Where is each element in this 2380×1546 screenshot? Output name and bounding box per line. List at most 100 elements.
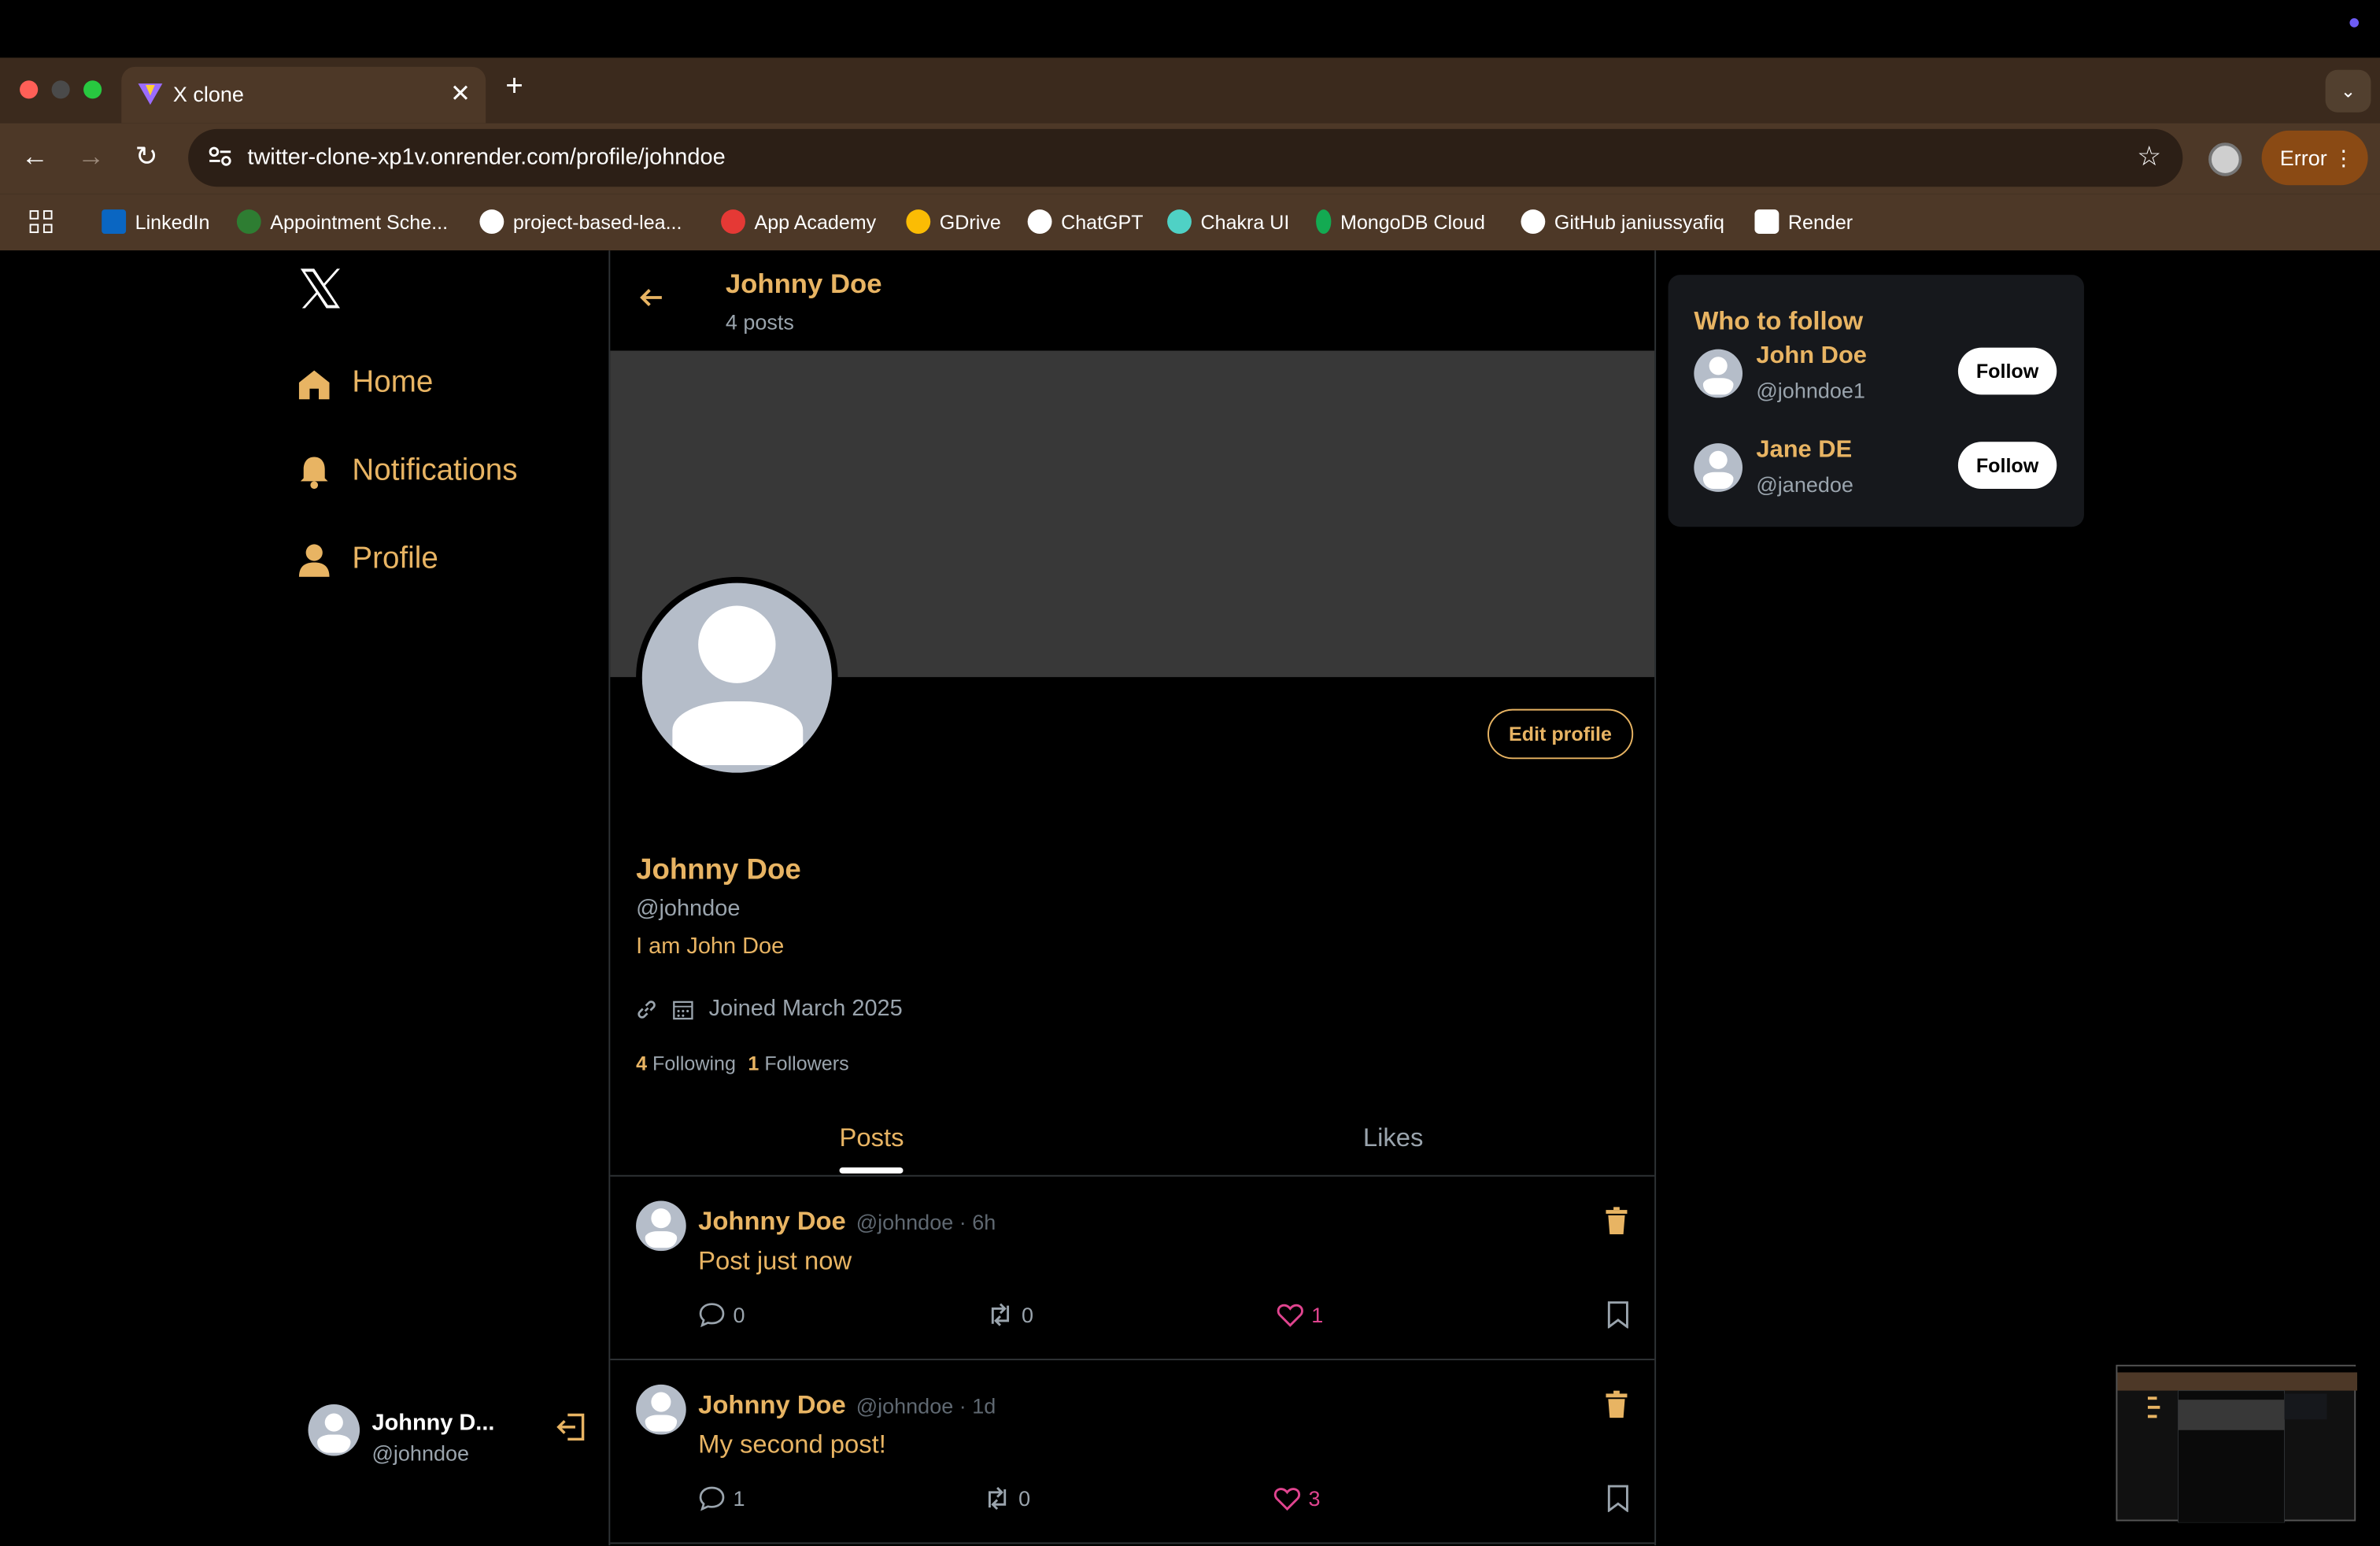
bookmark-label: project-based-lea... — [512, 210, 682, 234]
comment-count: 1 — [733, 1486, 745, 1511]
account-name: Johnny D... — [371, 1410, 495, 1437]
repost-count: 0 — [1018, 1486, 1031, 1511]
bookmark-render[interactable]: Render — [1754, 209, 1853, 235]
post-meta: @johndoe · 1d — [856, 1393, 996, 1418]
maximize-window-button[interactable] — [83, 80, 102, 99]
forward-arrow-icon[interactable]: → — [77, 141, 105, 173]
suggested-user-name: John Doe — [1756, 342, 1867, 369]
active-tab-indicator — [839, 1167, 904, 1174]
post-avatar[interactable] — [636, 1384, 686, 1435]
profile-handle: @johndoe — [636, 895, 741, 922]
close-window-button[interactable] — [20, 80, 39, 99]
error-button[interactable]: Error ⋮ — [2261, 130, 2368, 186]
post-avatar[interactable] — [636, 1200, 686, 1252]
minimize-window-button[interactable] — [51, 80, 70, 99]
browser-tab[interactable]: X clone ✕ — [121, 66, 486, 124]
like-button[interactable]: 1 — [1277, 1301, 1323, 1329]
followers-count: 1 — [748, 1052, 759, 1075]
mongodb-leaf-icon — [1316, 209, 1332, 235]
github-icon — [1521, 209, 1546, 235]
new-tab-button[interactable]: + — [505, 70, 523, 105]
tab-posts[interactable]: Posts — [840, 1123, 904, 1154]
render-icon — [1754, 209, 1779, 235]
app: Home Notifications Profile Johnny D... @… — [0, 250, 2380, 1546]
bookmark-github[interactable]: GitHub janiussyafiq — [1521, 209, 1724, 235]
follow-button[interactable]: Follow — [1957, 347, 2057, 395]
back-arrow-icon[interactable] — [638, 284, 665, 312]
logout-icon[interactable] — [554, 1411, 587, 1444]
tab-close-icon[interactable]: ✕ — [450, 79, 471, 109]
repost-button[interactable]: 0 — [987, 1301, 1033, 1329]
following-stat[interactable]: 4 Following — [636, 1052, 736, 1075]
bookmark-icon[interactable] — [1606, 1485, 1630, 1512]
post-author-name[interactable]: Johnny Doe — [698, 1207, 846, 1237]
chatgpt-icon — [1027, 209, 1052, 235]
browser-toolbar: ← → ↻ twitter-clone-xp1v.onrender.com/pr… — [0, 123, 2380, 194]
profile-column: Johnny Doe 4 posts Edit profile Johnny D… — [608, 250, 1657, 1546]
suggested-user-name: Jane DE — [1756, 437, 1853, 464]
suggested-user[interactable]: Jane DE @janedoe Follow — [1694, 437, 2058, 497]
bookmark-label: Chakra UI — [1200, 210, 1290, 234]
bookmark-star-icon[interactable]: ☆ — [2137, 141, 2161, 173]
follow-button[interactable]: Follow — [1957, 442, 2057, 490]
nav-notifications[interactable]: Notifications — [298, 454, 518, 489]
vite-favicon-icon — [138, 83, 163, 105]
bookmark-appointment[interactable]: Appointment Sche... — [236, 209, 448, 235]
screen-recording-thumbnail[interactable] — [2116, 1364, 2358, 1523]
bookmark-label: MongoDB Cloud — [1340, 210, 1485, 234]
apps-grid-icon[interactable] — [29, 209, 54, 234]
follow-stats: 4 Following 1 Followers — [636, 1052, 849, 1075]
tab-likes[interactable]: Likes — [1363, 1123, 1424, 1154]
bookmark-label: LinkedIn — [135, 210, 210, 234]
repost-icon — [991, 1303, 1010, 1326]
who-to-follow-panel: Who to follow John Doe @johndoe1 Follow … — [1668, 275, 2084, 527]
menu-bar — [0, 0, 2380, 58]
avatar — [1694, 443, 1743, 492]
site-settings-icon[interactable] — [206, 142, 234, 170]
bookmark-label: Render — [1787, 210, 1853, 234]
followers-stat[interactable]: 1 Followers — [748, 1052, 848, 1075]
trash-icon[interactable] — [1605, 1390, 1629, 1418]
bell-icon — [300, 456, 328, 489]
avatar — [1694, 349, 1743, 398]
link-icon[interactable] — [636, 998, 657, 1019]
bookmark-mongodb[interactable]: MongoDB Cloud — [1316, 209, 1485, 235]
edit-profile-button[interactable]: Edit profile — [1488, 708, 1633, 760]
bookmark-icon[interactable] — [1606, 1301, 1630, 1329]
bookmark-chakra[interactable]: Chakra UI — [1167, 209, 1290, 235]
suggested-user-handle: @johndoe1 — [1756, 378, 1865, 403]
bookmark-chatgpt[interactable]: ChatGPT — [1027, 209, 1144, 235]
repost-button[interactable]: 0 — [984, 1485, 1030, 1512]
bookmark-gdrive[interactable]: GDrive — [906, 209, 1001, 235]
nav-home-label: Home — [352, 365, 434, 400]
suggested-user[interactable]: John Doe @johndoe1 Follow — [1694, 343, 2058, 404]
browser-profile-avatar[interactable] — [2208, 142, 2242, 176]
comment-count: 0 — [733, 1302, 745, 1327]
nav-home[interactable]: Home — [298, 366, 433, 401]
address-bar[interactable]: twitter-clone-xp1v.onrender.com/profile/… — [188, 128, 2183, 187]
bookmark-project[interactable]: project-based-lea... — [479, 209, 682, 235]
following-count: 4 — [636, 1052, 648, 1075]
heart-icon — [1277, 1304, 1303, 1327]
post-author-name[interactable]: Johnny Doe — [698, 1391, 846, 1422]
back-arrow-icon[interactable]: ← — [21, 141, 49, 173]
comment-button[interactable]: 1 — [698, 1485, 745, 1512]
nav-profile[interactable]: Profile — [298, 542, 438, 577]
bookmark-app-academy[interactable]: App Academy — [721, 209, 876, 235]
reload-icon[interactable]: ↻ — [135, 141, 158, 173]
tab-search-button[interactable]: ⌄ — [2325, 69, 2371, 113]
x-logo-icon[interactable] — [298, 266, 343, 312]
account-card[interactable]: Johnny D... @johndoe — [308, 1404, 597, 1466]
screen: X clone ✕ + ⌄ ← → ↻ twitter-clone-xp1v.o… — [0, 0, 2380, 1546]
comment-icon — [699, 1303, 725, 1328]
comment-button[interactable]: 0 — [698, 1301, 745, 1329]
like-button[interactable]: 3 — [1273, 1485, 1320, 1512]
bookmark-linkedin[interactable]: LinkedIn — [102, 209, 210, 235]
post-item[interactable]: Johnny Doe @johndoe · 6h Post just now 0… — [610, 1177, 1655, 1361]
post-item[interactable]: Johnny Doe @johndoe · 1d My second post!… — [610, 1360, 1655, 1544]
post-text: Post just now — [698, 1246, 852, 1276]
app-academy-icon — [721, 209, 745, 235]
trash-icon[interactable] — [1605, 1207, 1629, 1234]
account-handle: @johndoe — [371, 1441, 470, 1466]
profile-avatar[interactable] — [636, 576, 838, 779]
